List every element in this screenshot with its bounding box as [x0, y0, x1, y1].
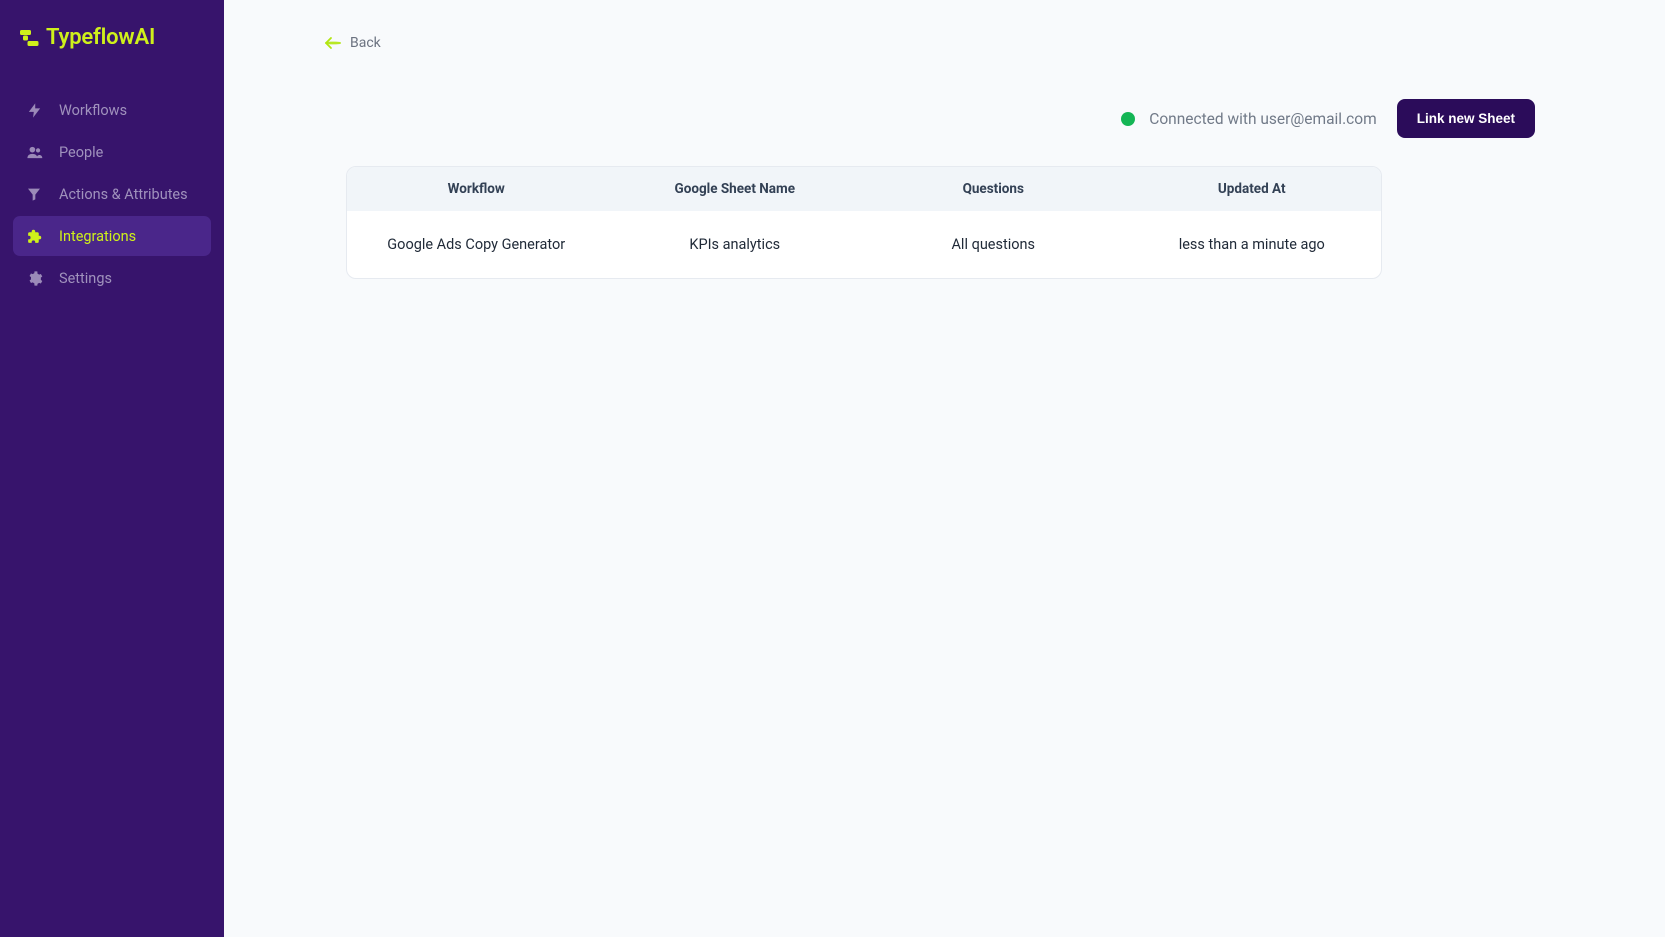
status-dot-icon: [1121, 112, 1135, 126]
table-header-updated-at: Updated At: [1123, 181, 1382, 197]
back-button[interactable]: Back: [324, 35, 1535, 51]
sidebar-item-label: Workflows: [59, 102, 127, 119]
table-header: Workflow Google Sheet Name Questions Upd…: [347, 167, 1381, 211]
cell-questions: All questions: [864, 236, 1123, 253]
sidebar: TypeflowAI Workflows People Actions & At…: [0, 0, 224, 937]
main-content: Back Connected with user@email.com Link …: [224, 0, 1665, 937]
cell-updated-at: less than a minute ago: [1123, 236, 1382, 253]
lightning-icon: [25, 101, 43, 119]
link-new-sheet-button[interactable]: Link new Sheet: [1397, 99, 1535, 138]
back-label: Back: [350, 35, 381, 51]
sidebar-item-integrations[interactable]: Integrations: [13, 216, 211, 256]
connection-status: Connected with user@email.com: [1121, 110, 1376, 128]
sidebar-item-workflows[interactable]: Workflows: [13, 90, 211, 130]
puzzle-icon: [25, 227, 43, 245]
sidebar-nav: Workflows People Actions & Attributes In…: [0, 90, 224, 298]
logo-text: TypeflowAI: [46, 25, 155, 50]
table-header-questions: Questions: [864, 181, 1123, 197]
header-row: Connected with user@email.com Link new S…: [324, 99, 1535, 138]
gear-icon: [25, 269, 43, 287]
logo[interactable]: TypeflowAI: [0, 0, 224, 90]
sidebar-item-label: Settings: [59, 270, 112, 287]
cell-sheet-name: KPIs analytics: [606, 236, 865, 253]
sidebar-item-actions-attributes[interactable]: Actions & Attributes: [13, 174, 211, 214]
sidebar-item-people[interactable]: People: [13, 132, 211, 172]
cell-workflow: Google Ads Copy Generator: [347, 236, 606, 253]
funnel-icon: [25, 185, 43, 203]
people-icon: [25, 143, 43, 161]
logo-icon: [20, 27, 39, 49]
table-row[interactable]: Google Ads Copy Generator KPIs analytics…: [347, 211, 1381, 278]
sidebar-item-settings[interactable]: Settings: [13, 258, 211, 298]
table-body: Google Ads Copy Generator KPIs analytics…: [347, 211, 1381, 278]
table-header-sheet-name: Google Sheet Name: [606, 181, 865, 197]
sidebar-item-label: People: [59, 144, 103, 161]
sidebar-item-label: Integrations: [59, 228, 136, 245]
integrations-table: Workflow Google Sheet Name Questions Upd…: [346, 166, 1382, 279]
status-text: Connected with user@email.com: [1149, 110, 1376, 128]
table-header-workflow: Workflow: [347, 181, 606, 197]
back-arrow-icon: [324, 36, 342, 50]
sidebar-item-label: Actions & Attributes: [59, 186, 188, 203]
